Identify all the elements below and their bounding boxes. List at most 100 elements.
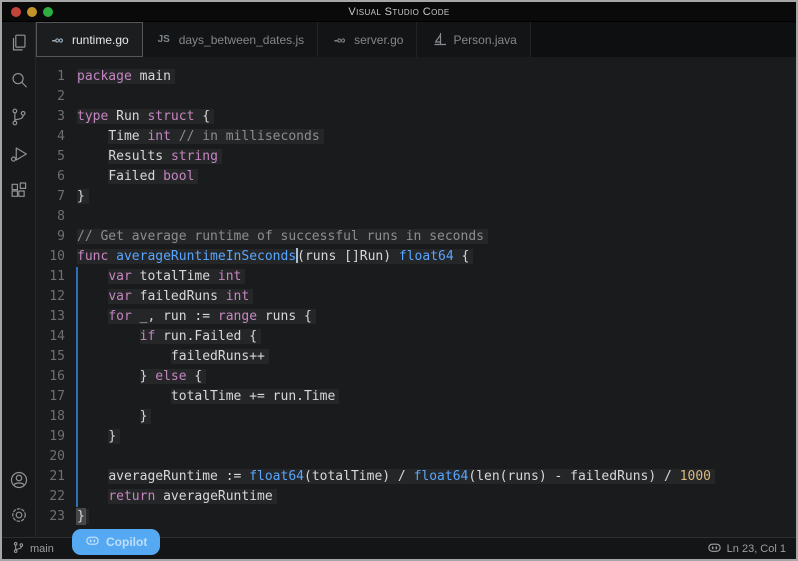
code-line-15[interactable]: 15 failedRuns++: [36, 347, 796, 367]
code-line-8[interactable]: 8: [36, 207, 796, 227]
zoom-button[interactable]: [43, 7, 53, 17]
code-line-10[interactable]: 10func averageRuntimeInSeconds(runs []Ru…: [36, 247, 796, 267]
code-text: for _, run := range runs {: [77, 307, 316, 327]
close-button[interactable]: [11, 7, 21, 17]
line-number: 8: [36, 207, 77, 227]
line-number: 5: [36, 147, 77, 167]
branch-icon: [12, 541, 25, 557]
extensions-icon[interactable]: [7, 179, 31, 203]
code-text: }: [77, 407, 151, 427]
code-text: if run.Failed {: [77, 327, 261, 347]
tab-label: Person.java: [453, 33, 516, 47]
code-editor[interactable]: 1package main23type Run struct {4 Time i…: [36, 57, 796, 537]
line-number: 13: [36, 307, 77, 327]
run-and-debug-icon[interactable]: [7, 142, 31, 166]
code-line-7[interactable]: 7}: [36, 187, 796, 207]
code-text: // Get average runtime of successful run…: [77, 227, 488, 247]
code-text: averageRuntime := float64(totalTime) / f…: [77, 467, 715, 487]
activity-bar-bottom: [7, 468, 31, 527]
line-number: 6: [36, 167, 77, 187]
line-number: 4: [36, 127, 77, 147]
code-line-11[interactable]: 11 var totalTime int: [36, 267, 796, 287]
code-line-19[interactable]: 19 }: [36, 427, 796, 447]
cursor-position-indicator[interactable]: Ln 23, Col 1: [707, 540, 786, 558]
code-text: var totalTime int: [77, 267, 245, 287]
copilot-button[interactable]: Copilot: [72, 529, 160, 555]
line-number: 11: [36, 267, 77, 287]
vscode-window: Visual Studio Code -∞runtime.go JS days_be…: [0, 0, 798, 561]
tab-server.go[interactable]: -∞server.go: [318, 22, 417, 57]
code-line-23[interactable]: 23}: [36, 507, 796, 527]
copilot-button-label: Copilot: [106, 535, 147, 549]
line-number: 21: [36, 467, 77, 487]
code-line-6[interactable]: 6 Failed bool: [36, 167, 796, 187]
line-number: 14: [36, 327, 77, 347]
tab-runtime.go[interactable]: -∞runtime.go: [36, 22, 143, 57]
line-number: 2: [36, 87, 77, 107]
code-line-1[interactable]: 1package main: [36, 67, 796, 87]
line-number: 23: [36, 507, 77, 527]
code-line-5[interactable]: 5 Results string: [36, 147, 796, 167]
code-text: totalTime += run.Time: [77, 387, 339, 407]
source-control-icon[interactable]: [7, 105, 31, 129]
tab-label: server.go: [354, 33, 403, 47]
line-number: 18: [36, 407, 77, 427]
code-text: return averageRuntime: [77, 487, 277, 507]
line-number: 7: [36, 187, 77, 207]
code-text: type Run struct {: [77, 107, 214, 127]
cursor-position: Ln 23, Col 1: [727, 543, 786, 555]
code-text: Time int // in milliseconds: [77, 127, 324, 147]
settings-icon[interactable]: [7, 503, 31, 527]
code-line-18[interactable]: 18 }: [36, 407, 796, 427]
window-body: -∞runtime.goJSdays_between_dates.js-∞ser…: [2, 22, 796, 537]
code-text: }: [77, 187, 89, 207]
line-number: 20: [36, 447, 77, 467]
line-number: 17: [36, 387, 77, 407]
code-line-3[interactable]: 3type Run struct {: [36, 107, 796, 127]
tab-Person.java[interactable]: Person.java: [417, 22, 530, 57]
code-text: }: [77, 427, 120, 447]
go-file-icon: -∞: [49, 34, 65, 46]
code-line-20[interactable]: 20: [36, 447, 796, 467]
minimize-button[interactable]: [27, 7, 37, 17]
line-number: 3: [36, 107, 77, 127]
code-text: func averageRuntimeInSeconds(runs []Run)…: [77, 247, 473, 267]
code-text: Results string: [77, 147, 222, 167]
code-line-12[interactable]: 12 var failedRuns int: [36, 287, 796, 307]
explorer-icon[interactable]: [7, 31, 31, 55]
code-text: var failedRuns int: [77, 287, 253, 307]
tab-strip: -∞runtime.goJSdays_between_dates.js-∞ser…: [36, 22, 796, 57]
code-line-16[interactable]: 16 } else {: [36, 367, 796, 387]
branch-indicator[interactable]: main: [12, 541, 54, 557]
js-file-icon: JS: [156, 35, 172, 45]
code-line-2[interactable]: 2: [36, 87, 796, 107]
code-text: failedRuns++: [77, 347, 269, 367]
code-text: }: [77, 507, 89, 527]
activity-bar: [2, 22, 36, 537]
tab-label: days_between_dates.js: [179, 33, 304, 47]
code-line-13[interactable]: 13 for _, run := range runs {: [36, 307, 796, 327]
line-number: 12: [36, 287, 77, 307]
tab-days_between_dates.js[interactable]: JS days_between_dates.js: [143, 22, 318, 57]
code-line-4[interactable]: 4 Time int // in milliseconds: [36, 127, 796, 147]
code-line-14[interactable]: 14 if run.Failed {: [36, 327, 796, 347]
java-file-icon: [430, 31, 446, 49]
search-icon[interactable]: [7, 68, 31, 92]
code-line-21[interactable]: 21 averageRuntime := float64(totalTime) …: [36, 467, 796, 487]
code-text: package main: [77, 67, 175, 87]
accounts-icon[interactable]: [7, 468, 31, 492]
editor-group: -∞runtime.goJSdays_between_dates.js-∞ser…: [36, 22, 796, 537]
code-line-9[interactable]: 9// Get average runtime of successful ru…: [36, 227, 796, 247]
code-text: Failed bool: [77, 167, 198, 187]
code-line-22[interactable]: 22 return averageRuntime: [36, 487, 796, 507]
line-number: 9: [36, 227, 77, 247]
traffic-lights: [11, 2, 53, 21]
line-number: 22: [36, 487, 77, 507]
title-bar: Visual Studio Code: [2, 2, 796, 22]
line-number: 19: [36, 427, 77, 447]
code-line-17[interactable]: 17 totalTime += run.Time: [36, 387, 796, 407]
copilot-status-icon: [707, 540, 722, 558]
code-text: } else {: [77, 367, 206, 387]
line-number: 1: [36, 67, 77, 87]
line-number: 16: [36, 367, 77, 387]
